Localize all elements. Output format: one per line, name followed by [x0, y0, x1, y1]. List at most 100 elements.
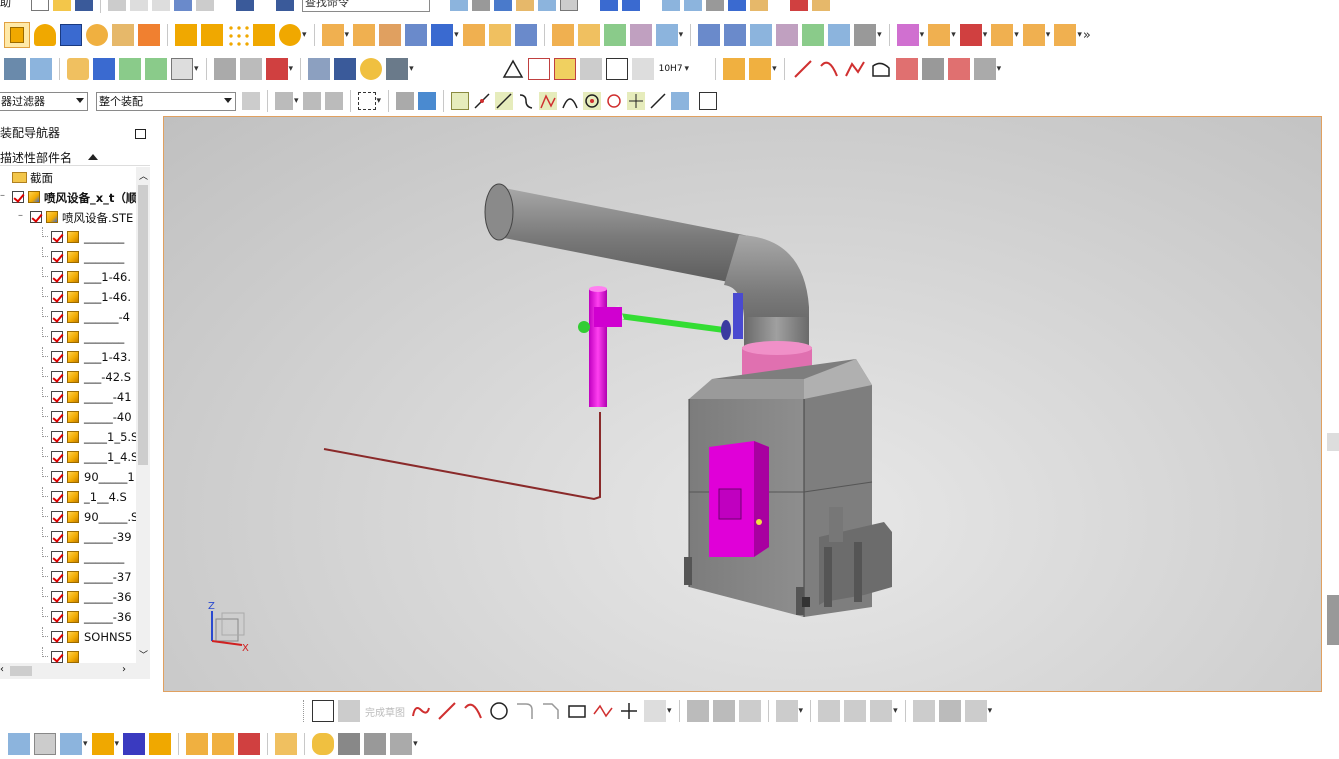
- scroll-right-icon[interactable]: ›: [122, 664, 126, 675]
- visibility-checkbox[interactable]: [51, 271, 63, 283]
- assembly-mirror-icon[interactable]: [991, 24, 1014, 46]
- snap-face-icon[interactable]: [671, 92, 690, 110]
- tree-part-row[interactable]: _______: [0, 227, 136, 247]
- visibility-checkbox[interactable]: [51, 531, 63, 543]
- type-filter-select[interactable]: 器过滤器: [0, 91, 88, 111]
- wave-link-icon[interactable]: [186, 733, 209, 755]
- mirror-assembly-icon[interactable]: [123, 733, 146, 755]
- snap-curve-icon[interactable]: [517, 92, 535, 110]
- tree-part-row[interactable]: ____1_4.S: [0, 447, 136, 467]
- window-icon[interactable]: [236, 0, 254, 11]
- visibility-checkbox[interactable]: [51, 631, 63, 643]
- eraser-icon[interactable]: [67, 58, 89, 80]
- surface-icon-7[interactable]: [854, 24, 877, 46]
- toolbar-icon-n[interactable]: [790, 0, 808, 11]
- snap-point-icon[interactable]: [627, 92, 646, 110]
- navigator-horizontal-scrollbar[interactable]: ‹ ›: [0, 663, 150, 679]
- finish-sketch-icon[interactable]: [338, 700, 360, 722]
- derived-curve-icon[interactable]: [947, 58, 970, 80]
- sketch-auto-icon[interactable]: [870, 700, 893, 722]
- toolbar-icon-l[interactable]: [728, 0, 746, 11]
- tree-part-row[interactable]: SOHNS5: [0, 627, 136, 647]
- wire-icon[interactable]: [364, 733, 387, 755]
- filter-settings-icon[interactable]: [242, 92, 260, 110]
- magenta-riser[interactable]: [578, 286, 622, 407]
- paste-icon[interactable]: [152, 0, 170, 11]
- tree-part-row[interactable]: 90_____1: [0, 467, 136, 487]
- visibility-checkbox[interactable]: [51, 551, 63, 563]
- visibility-checkbox[interactable]: [51, 471, 63, 483]
- tree-part-row[interactable]: _____-36: [0, 587, 136, 607]
- tree-part-row[interactable]: _1__4.S: [0, 487, 136, 507]
- tree-part-row[interactable]: _____-37: [0, 567, 136, 587]
- snap-center-icon[interactable]: [583, 92, 602, 110]
- sketch-point-icon[interactable]: [618, 700, 640, 722]
- sketch-icon[interactable]: [312, 700, 334, 722]
- layer-icon[interactable]: [4, 58, 26, 80]
- snap-icon[interactable]: [302, 92, 321, 110]
- pull-face-icon[interactable]: [577, 24, 600, 46]
- delete-face-icon[interactable]: [655, 24, 678, 46]
- scroll-up-icon[interactable]: ︿: [139, 169, 148, 182]
- green-pipe[interactable]: [604, 305, 731, 340]
- component-pattern-icon[interactable]: [212, 733, 235, 755]
- expand-collapse-icon[interactable]: –: [18, 210, 23, 221]
- toolbar-icon-b[interactable]: [472, 0, 490, 11]
- resize-icon[interactable]: [603, 24, 626, 46]
- visibility-checkbox[interactable]: [51, 251, 63, 263]
- profile-icon[interactable]: [870, 58, 892, 80]
- surface-icon-5[interactable]: [802, 24, 825, 46]
- surface-icon-3[interactable]: [750, 24, 773, 46]
- rectangle-select-icon[interactable]: [357, 92, 376, 110]
- right-scroll-marker-2[interactable]: [1327, 595, 1339, 645]
- tree-part-row[interactable]: _______: [0, 547, 136, 567]
- revolve-icon[interactable]: [138, 24, 160, 46]
- scroll-left-icon[interactable]: ‹: [0, 664, 4, 675]
- spline-icon[interactable]: [844, 58, 866, 80]
- snap-on-curve-icon[interactable]: [649, 92, 667, 110]
- finish-sketch-label[interactable]: 完成草图: [365, 704, 405, 719]
- coil-icon[interactable]: [334, 58, 357, 80]
- toolbar-icon-j[interactable]: [684, 0, 702, 11]
- toolbar-icon-i[interactable]: [662, 0, 680, 11]
- analyze-icon[interactable]: [119, 58, 141, 80]
- exhaust-duct[interactable]: [484, 183, 809, 352]
- arc-icon[interactable]: [818, 58, 840, 80]
- toolbar-overflow-icon[interactable]: »: [1083, 28, 1091, 43]
- surface-patch-icon[interactable]: [895, 58, 918, 80]
- right-scroll-marker[interactable]: [1327, 433, 1339, 451]
- table-icon[interactable]: [527, 58, 550, 80]
- tree-part-row[interactable]: ____1_5.S: [0, 427, 136, 447]
- navigator-vertical-scrollbar[interactable]: ︿ ﹀: [136, 167, 150, 663]
- assembly-sequence-icon[interactable]: [1054, 24, 1077, 46]
- tree-part-row[interactable]: _____-40: [0, 407, 136, 427]
- surface-icon-4[interactable]: [776, 24, 799, 46]
- assembly-load-icon[interactable]: [34, 733, 56, 755]
- navigator-scroll-thumb[interactable]: [138, 185, 148, 465]
- visibility-checkbox[interactable]: [51, 391, 63, 403]
- shape-icon[interactable]: [34, 24, 56, 46]
- clearance-icon[interactable]: [390, 733, 413, 755]
- column-header[interactable]: 描述性部件名: [0, 146, 150, 166]
- sketch-rectangle-icon[interactable]: [566, 700, 588, 722]
- chamfer-icon[interactable]: [353, 24, 376, 46]
- tree-assembly-row[interactable]: – 喷风设备_x_t（顺: [0, 187, 136, 207]
- sketch-fillet-icon[interactable]: [514, 700, 536, 722]
- shell-icon[interactable]: [405, 24, 428, 46]
- toolbar-icon-h[interactable]: [622, 0, 640, 11]
- sketch-offset-icon[interactable]: [644, 700, 666, 722]
- sketch-alt-icon[interactable]: [964, 700, 987, 722]
- tree-part-row[interactable]: [0, 647, 136, 663]
- redo-icon[interactable]: [196, 0, 214, 11]
- new-file-icon[interactable]: [31, 0, 49, 11]
- mesh-icon[interactable]: [921, 58, 944, 80]
- copper-line[interactable]: [323, 412, 601, 501]
- curve-icon-3[interactable]: [265, 58, 288, 80]
- snap-endpoint-icon[interactable]: [451, 92, 470, 110]
- copy-icon[interactable]: [130, 0, 148, 11]
- block-icon[interactable]: [60, 24, 82, 46]
- extrude-icon[interactable]: [112, 24, 134, 46]
- visibility-checkbox[interactable]: [51, 611, 63, 623]
- move-face-icon[interactable]: [551, 24, 574, 46]
- weld-icon-1[interactable]: [723, 58, 746, 80]
